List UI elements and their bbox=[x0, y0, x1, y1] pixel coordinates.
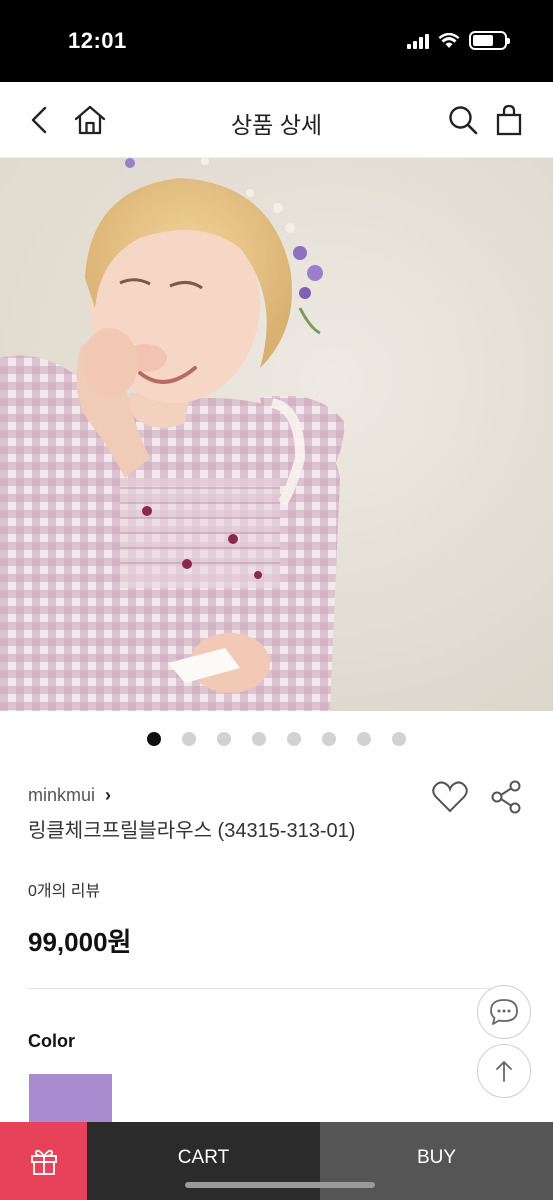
chat-button[interactable] bbox=[477, 985, 531, 1039]
color-option-label: Color bbox=[28, 1031, 75, 1051]
heart-icon bbox=[432, 781, 468, 813]
gift-button[interactable] bbox=[0, 1122, 87, 1200]
gallery-pagination bbox=[0, 732, 553, 746]
share-icon bbox=[491, 780, 521, 814]
gallery-dot[interactable] bbox=[182, 732, 196, 746]
status-icons bbox=[407, 31, 510, 50]
cart-button[interactable]: CART bbox=[87, 1122, 320, 1200]
share-button[interactable] bbox=[485, 776, 527, 818]
battery-icon bbox=[469, 31, 510, 50]
search-button[interactable] bbox=[443, 100, 483, 140]
gallery-dot[interactable] bbox=[217, 732, 231, 746]
gallery-dot[interactable] bbox=[287, 732, 301, 746]
gallery-dot[interactable] bbox=[252, 732, 266, 746]
status-bar: 12:01 bbox=[0, 0, 553, 82]
product-price: 99,000원 bbox=[28, 927, 132, 957]
home-indicator bbox=[185, 1182, 375, 1188]
product-image[interactable] bbox=[0, 158, 553, 711]
header: 상품 상세 bbox=[0, 82, 553, 158]
product-actions bbox=[429, 776, 527, 818]
arrow-up-icon bbox=[496, 1061, 512, 1082]
brand-name: minkmui bbox=[28, 785, 96, 805]
gallery-dot[interactable] bbox=[322, 732, 336, 746]
gallery-dot[interactable] bbox=[147, 732, 161, 746]
search-icon bbox=[449, 106, 478, 135]
divider bbox=[28, 988, 498, 989]
cellular-signal-icon bbox=[407, 33, 429, 49]
scroll-to-top-button[interactable] bbox=[477, 1044, 531, 1098]
product-photo bbox=[0, 158, 553, 711]
status-time: 12:01 bbox=[68, 28, 127, 53]
gallery-dot[interactable] bbox=[357, 732, 371, 746]
color-swatch-purple[interactable] bbox=[29, 1074, 112, 1126]
buy-button[interactable]: BUY bbox=[320, 1122, 553, 1200]
gallery-dot[interactable] bbox=[392, 732, 406, 746]
chevron-right-icon: › bbox=[105, 785, 112, 805]
gift-icon bbox=[30, 1149, 57, 1175]
chat-bubble-icon bbox=[490, 999, 518, 1025]
cart-bag-button[interactable] bbox=[489, 100, 529, 140]
review-count[interactable]: 0개의 리뷰 bbox=[28, 877, 100, 901]
product-name: 링클체크프릴블라우스 (34315-313-01) bbox=[28, 820, 356, 842]
brand-link[interactable]: minkmui › bbox=[28, 785, 111, 806]
wifi-icon bbox=[438, 32, 460, 48]
wishlist-button[interactable] bbox=[429, 776, 471, 818]
shopping-bag-icon bbox=[496, 104, 522, 136]
bottom-action-bar: CART BUY bbox=[0, 1122, 553, 1200]
